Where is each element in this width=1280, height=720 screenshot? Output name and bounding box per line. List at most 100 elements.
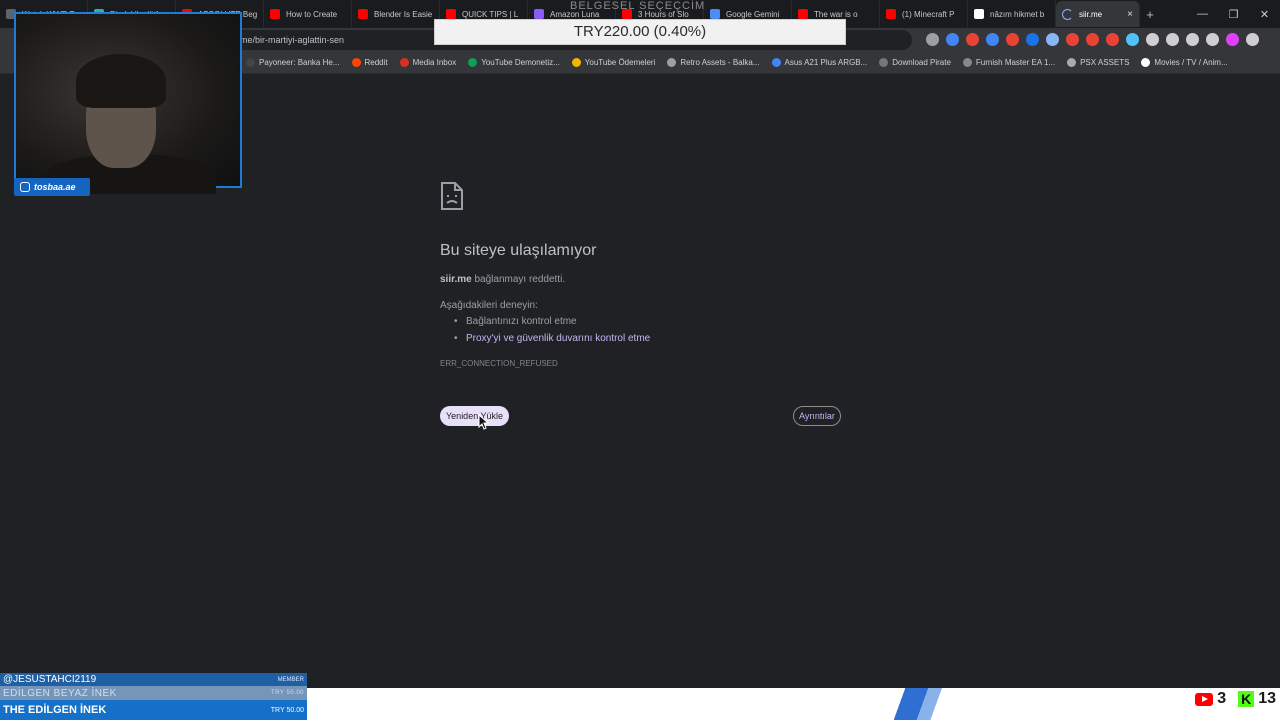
extension-icon[interactable] bbox=[1166, 33, 1179, 46]
bookmark-favicon-icon bbox=[246, 58, 255, 67]
error-host: siir.me bbox=[440, 274, 472, 285]
extension-icon[interactable] bbox=[1206, 33, 1219, 46]
bookmark-favicon-icon bbox=[351, 58, 361, 67]
error-subtitle: siir.me bağlanmayı reddetti. bbox=[440, 274, 565, 285]
extension-icon[interactable] bbox=[1026, 33, 1039, 46]
extension-icon[interactable] bbox=[986, 33, 999, 46]
extension-icon[interactable] bbox=[926, 33, 939, 46]
extension-icon[interactable] bbox=[1106, 33, 1119, 46]
extension-icon[interactable] bbox=[1186, 33, 1199, 46]
bookmark-label: PSX ASSETS bbox=[1080, 58, 1130, 67]
tab-favicon-icon bbox=[446, 9, 456, 19]
new-tab-button[interactable]: + bbox=[1140, 7, 1160, 22]
bookmark-item[interactable]: Furnish Master EA 1... bbox=[962, 58, 1055, 67]
bookmark-label: Media Inbox bbox=[412, 58, 457, 67]
close-window-button[interactable]: ✕ bbox=[1249, 8, 1280, 21]
bookmark-item[interactable]: Reddit bbox=[351, 58, 388, 67]
kick-viewer-count: K 13 bbox=[1238, 690, 1276, 708]
bookmark-favicon-icon bbox=[399, 58, 409, 67]
bookmark-label: Retro Assets - Balka... bbox=[680, 58, 760, 67]
kick-count-value: 13 bbox=[1258, 690, 1276, 707]
extension-icon[interactable] bbox=[1126, 33, 1139, 46]
youtube-count-value: 3 bbox=[1217, 690, 1227, 707]
tab[interactable]: nâzım hikmet b bbox=[968, 1, 1056, 27]
tab-title: siir.me bbox=[1079, 9, 1103, 19]
tab[interactable]: How to Create bbox=[264, 1, 352, 27]
tab[interactable]: Blender Is Easie bbox=[352, 1, 440, 27]
bookmark-label: Download Pirate bbox=[892, 58, 951, 67]
bookmark-favicon-icon bbox=[667, 58, 677, 67]
details-button[interactable]: Ayrıntılar bbox=[793, 406, 841, 426]
tab-favicon-icon bbox=[886, 9, 896, 19]
bookmark-item[interactable]: Media Inbox bbox=[399, 58, 457, 67]
bookmark-favicon-icon bbox=[1067, 58, 1077, 67]
bookmark-favicon-icon bbox=[468, 58, 478, 67]
stream-chat-panel: @JESUSTAHCI2119 MEMBER EDİLGEN BEYAZ İNE… bbox=[0, 673, 307, 720]
error-subtitle-text: bağlanmayı reddetti. bbox=[474, 274, 566, 285]
handle-text: tosbaa.ae bbox=[34, 182, 76, 192]
bookmark-item[interactable]: Movies / TV / Anim... bbox=[1141, 58, 1228, 67]
tab-title: Blender Is Easie bbox=[374, 9, 433, 19]
extension-icon[interactable] bbox=[1146, 33, 1159, 46]
bookmark-item[interactable]: PSX ASSETS bbox=[1067, 58, 1129, 67]
bookmark-item[interactable]: Retro Assets - Balka... bbox=[667, 58, 760, 67]
kick-icon: K bbox=[1238, 691, 1255, 707]
reload-button[interactable]: Yeniden Yükle bbox=[440, 406, 510, 426]
chat-tag: TRY 50.00 bbox=[271, 690, 304, 696]
bookmark-item[interactable]: Download Pirate bbox=[879, 58, 951, 67]
loading-icon bbox=[1062, 8, 1073, 20]
tab-close-icon[interactable]: × bbox=[1127, 9, 1133, 20]
chat-row: THE EDİLGEN İNEK TRY 50.00 bbox=[0, 700, 307, 720]
extension-icon[interactable] bbox=[1246, 33, 1259, 46]
extension-icon[interactable] bbox=[1226, 33, 1239, 46]
extension-icon[interactable] bbox=[1086, 33, 1099, 46]
extension-icon[interactable] bbox=[966, 33, 979, 46]
price-overlay: TRY220.00 (0.40%) bbox=[434, 19, 846, 45]
bookmark-label: Movies / TV / Anim... bbox=[1154, 58, 1228, 67]
suggestion-check-proxy-link[interactable]: Proxy'yi ve güvenlik duvarını kontrol et… bbox=[454, 333, 650, 344]
bookmark-label: Asus A21 Plus ARGB... bbox=[784, 58, 868, 67]
person-hair bbox=[76, 54, 166, 108]
tab-title: QUICK TIPS | L bbox=[462, 9, 519, 19]
tab-title: How to Create bbox=[286, 9, 338, 19]
bookmark-favicon-icon bbox=[962, 58, 972, 67]
chat-tag: MEMBER bbox=[277, 676, 304, 683]
extension-icon[interactable] bbox=[1006, 33, 1019, 46]
bookmark-item[interactable]: Payoneer: Banka He... bbox=[246, 58, 340, 67]
tab-title: Google Gemini bbox=[726, 9, 780, 19]
extension-icon[interactable] bbox=[946, 33, 959, 46]
restore-button[interactable]: ❐ bbox=[1218, 8, 1249, 21]
extension-icon[interactable] bbox=[1066, 33, 1079, 46]
social-handle: tosbaa.ae bbox=[14, 178, 90, 196]
chat-username: EDİLGEN BEYAZ İNEK bbox=[3, 687, 117, 699]
decorative-stripe bbox=[887, 688, 967, 720]
tab[interactable]: (1) Minecraft P bbox=[880, 1, 968, 27]
tab-title: nâzım hikmet b bbox=[990, 9, 1045, 19]
tab-favicon-icon bbox=[358, 9, 368, 19]
tab-favicon-icon bbox=[710, 9, 720, 19]
bookmark-favicon-icon bbox=[1141, 58, 1151, 67]
bookmark-label: YouTube Ödemeleri bbox=[584, 58, 656, 67]
minimize-button[interactable]: — bbox=[1187, 8, 1218, 21]
instagram-icon bbox=[20, 182, 30, 192]
try-label: Aşağıdakileri deneyin: bbox=[440, 300, 538, 311]
sad-file-icon bbox=[441, 182, 463, 210]
extension-icon[interactable] bbox=[1046, 33, 1059, 46]
bookmark-item[interactable]: YouTube Ödemeleri bbox=[571, 58, 656, 67]
webcam-feed bbox=[14, 12, 242, 194]
window-controls: — ❐ ✕ bbox=[1187, 8, 1280, 21]
tab-favicon-icon bbox=[534, 9, 544, 19]
bookmark-item[interactable]: YouTube Demonetiz... bbox=[468, 58, 560, 67]
error-title: Bu siteye ulaşılamıyor bbox=[440, 242, 597, 259]
tab-active[interactable]: siir.me × bbox=[1056, 1, 1140, 27]
error-code: ERR_CONNECTION_REFUSED bbox=[440, 359, 558, 368]
viewer-counters: 3 K 13 bbox=[1195, 690, 1276, 708]
chat-username: @JESUSTAHCI2119 bbox=[3, 674, 97, 685]
bookmark-favicon-icon bbox=[571, 58, 581, 67]
bookmark-item[interactable]: Asus A21 Plus ARGB... bbox=[771, 58, 868, 67]
url-text: me/bir-martiyi-aglattin-sen bbox=[240, 35, 345, 45]
bookmark-label: Payoneer: Banka He... bbox=[259, 58, 340, 67]
youtube-viewer-count: 3 bbox=[1195, 690, 1226, 708]
bookmark-favicon-icon bbox=[771, 58, 781, 67]
overlay-caption: BELGESEL SEÇEÇCİM bbox=[570, 0, 706, 12]
